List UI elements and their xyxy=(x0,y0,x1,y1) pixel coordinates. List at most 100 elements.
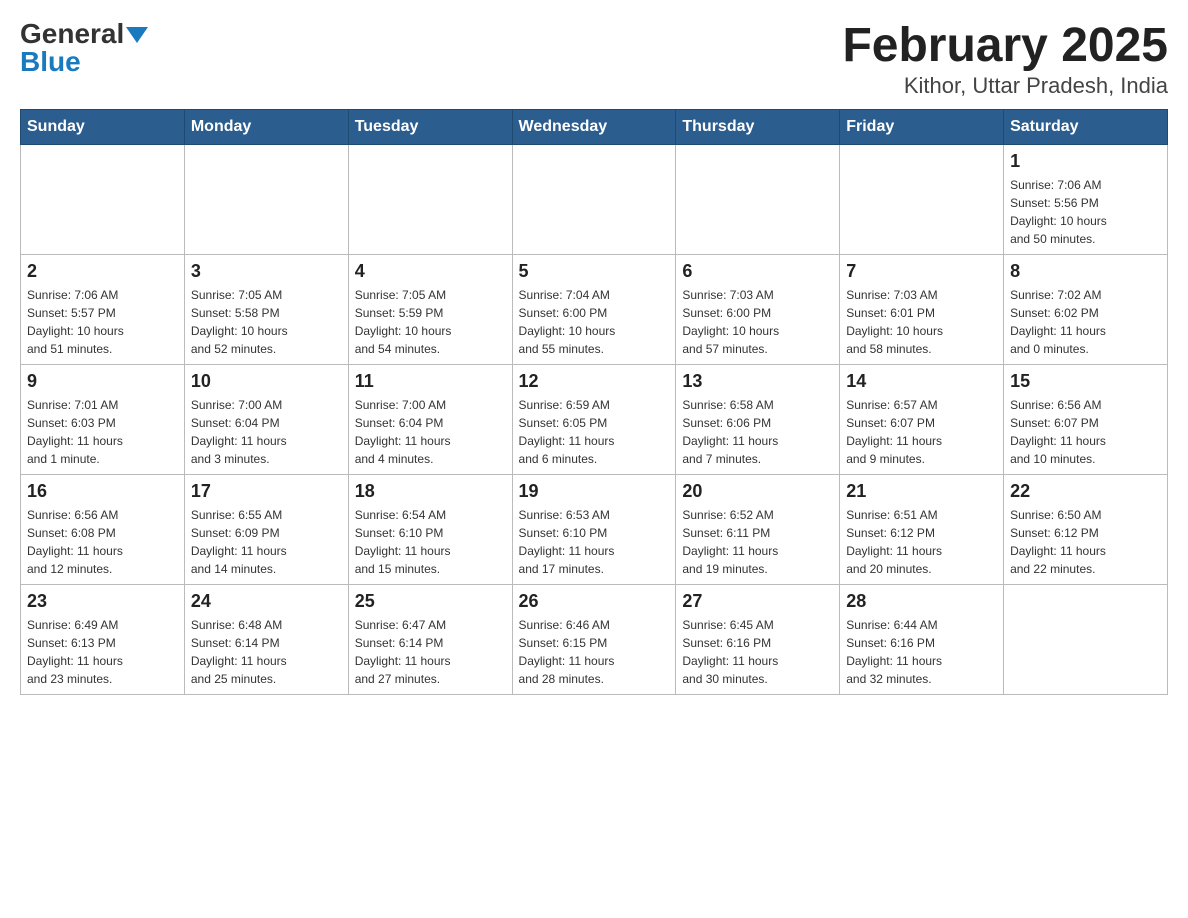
day-number: 28 xyxy=(846,591,997,612)
calendar-cell: 14 Sunrise: 6:57 AM Sunset: 6:07 PM Dayli… xyxy=(840,364,1004,474)
day-info: Sunrise: 6:56 AM Sunset: 6:08 PM Dayligh… xyxy=(27,506,178,578)
calendar-cell: 7 Sunrise: 7:03 AM Sunset: 6:01 PM Daylig… xyxy=(840,254,1004,364)
calendar-cell: 9Sunrise: 7:01 AM Sunset: 6:03 PM Daylig… xyxy=(21,364,185,474)
day-number: 8 xyxy=(1010,261,1161,282)
title-block: February 2025 Kithor, Uttar Pradesh, Ind… xyxy=(842,20,1168,99)
day-number: 23 xyxy=(27,591,178,612)
calendar-cell: 8 Sunrise: 7:02 AM Sunset: 6:02 PM Daylig… xyxy=(1004,254,1168,364)
day-number: 11 xyxy=(355,371,506,392)
day-number: 26 xyxy=(519,591,670,612)
week-row-3: 9Sunrise: 7:01 AM Sunset: 6:03 PM Daylig… xyxy=(21,364,1168,474)
day-number: 7 xyxy=(846,261,997,282)
day-info: Sunrise: 6:59 AM Sunset: 6:05 PM Dayligh… xyxy=(519,396,670,468)
calendar-cell: 15 Sunrise: 6:56 AM Sunset: 6:07 PM Dayli… xyxy=(1004,364,1168,474)
calendar-cell xyxy=(1004,584,1168,694)
day-header-saturday: Saturday xyxy=(1004,109,1168,144)
day-number: 12 xyxy=(519,371,670,392)
calendar-cell: 18Sunrise: 6:54 AM Sunset: 6:10 PM Dayli… xyxy=(348,474,512,584)
day-header-sunday: Sunday xyxy=(21,109,185,144)
day-header-monday: Monday xyxy=(184,109,348,144)
calendar-cell xyxy=(512,144,676,254)
day-info: Sunrise: 7:02 AM Sunset: 6:02 PM Dayligh… xyxy=(1010,286,1161,358)
calendar-cell xyxy=(21,144,185,254)
calendar-cell: 11 Sunrise: 7:00 AM Sunset: 6:04 PM Dayli… xyxy=(348,364,512,474)
day-info: Sunrise: 6:47 AM Sunset: 6:14 PM Dayligh… xyxy=(355,616,506,688)
day-number: 21 xyxy=(846,481,997,502)
day-info: Sunrise: 6:48 AM Sunset: 6:14 PM Dayligh… xyxy=(191,616,342,688)
calendar-subtitle: Kithor, Uttar Pradesh, India xyxy=(842,73,1168,99)
calendar-cell: 3Sunrise: 7:05 AM Sunset: 5:58 PM Daylig… xyxy=(184,254,348,364)
calendar-cell: 24Sunrise: 6:48 AM Sunset: 6:14 PM Dayli… xyxy=(184,584,348,694)
day-number: 22 xyxy=(1010,481,1161,502)
day-number: 5 xyxy=(519,261,670,282)
day-info: Sunrise: 6:53 AM Sunset: 6:10 PM Dayligh… xyxy=(519,506,670,578)
day-info: Sunrise: 6:45 AM Sunset: 6:16 PM Dayligh… xyxy=(682,616,833,688)
calendar-cell: 17 Sunrise: 6:55 AM Sunset: 6:09 PM Dayli… xyxy=(184,474,348,584)
day-number: 1 xyxy=(1010,151,1161,172)
day-info: Sunrise: 6:50 AM Sunset: 6:12 PM Dayligh… xyxy=(1010,506,1161,578)
day-info: Sunrise: 7:03 AM Sunset: 6:00 PM Dayligh… xyxy=(682,286,833,358)
calendar-cell: 22 Sunrise: 6:50 AM Sunset: 6:12 PM Dayli… xyxy=(1004,474,1168,584)
calendar-cell: 4 Sunrise: 7:05 AM Sunset: 5:59 PM Daylig… xyxy=(348,254,512,364)
day-info: Sunrise: 6:58 AM Sunset: 6:06 PM Dayligh… xyxy=(682,396,833,468)
day-number: 14 xyxy=(846,371,997,392)
calendar-cell: 16 Sunrise: 6:56 AM Sunset: 6:08 PM Dayli… xyxy=(21,474,185,584)
day-number: 15 xyxy=(1010,371,1161,392)
day-number: 9 xyxy=(27,371,178,392)
logo-triangle-icon xyxy=(126,27,148,43)
day-number: 25 xyxy=(355,591,506,612)
day-info: Sunrise: 6:49 AM Sunset: 6:13 PM Dayligh… xyxy=(27,616,178,688)
calendar-header-row: SundayMondayTuesdayWednesdayThursdayFrid… xyxy=(21,109,1168,144)
day-number: 16 xyxy=(27,481,178,502)
calendar-cell: 20 Sunrise: 6:52 AM Sunset: 6:11 PM Dayli… xyxy=(676,474,840,584)
calendar-cell: 23 Sunrise: 6:49 AM Sunset: 6:13 PM Dayli… xyxy=(21,584,185,694)
calendar-cell: 5 Sunrise: 7:04 AM Sunset: 6:00 PM Daylig… xyxy=(512,254,676,364)
calendar-title: February 2025 xyxy=(842,20,1168,73)
day-info: Sunrise: 6:52 AM Sunset: 6:11 PM Dayligh… xyxy=(682,506,833,578)
calendar-cell: 28 Sunrise: 6:44 AM Sunset: 6:16 PM Dayli… xyxy=(840,584,1004,694)
calendar-cell: 13 Sunrise: 6:58 AM Sunset: 6:06 PM Dayli… xyxy=(676,364,840,474)
day-info: Sunrise: 7:00 AM Sunset: 6:04 PM Dayligh… xyxy=(191,396,342,468)
day-info: Sunrise: 6:44 AM Sunset: 6:16 PM Dayligh… xyxy=(846,616,997,688)
calendar-cell xyxy=(348,144,512,254)
day-number: 18 xyxy=(355,481,506,502)
week-row-1: 1 Sunrise: 7:06 AM Sunset: 5:56 PM Daylig… xyxy=(21,144,1168,254)
calendar-cell: 25 Sunrise: 6:47 AM Sunset: 6:14 PM Dayli… xyxy=(348,584,512,694)
calendar-cell xyxy=(840,144,1004,254)
day-header-wednesday: Wednesday xyxy=(512,109,676,144)
week-row-4: 16 Sunrise: 6:56 AM Sunset: 6:08 PM Dayli… xyxy=(21,474,1168,584)
day-header-friday: Friday xyxy=(840,109,1004,144)
day-number: 6 xyxy=(682,261,833,282)
day-number: 19 xyxy=(519,481,670,502)
day-info: Sunrise: 6:51 AM Sunset: 6:12 PM Dayligh… xyxy=(846,506,997,578)
day-number: 4 xyxy=(355,261,506,282)
day-header-tuesday: Tuesday xyxy=(348,109,512,144)
day-number: 3 xyxy=(191,261,342,282)
day-info: Sunrise: 6:55 AM Sunset: 6:09 PM Dayligh… xyxy=(191,506,342,578)
calendar-cell: 1 Sunrise: 7:06 AM Sunset: 5:56 PM Daylig… xyxy=(1004,144,1168,254)
day-number: 20 xyxy=(682,481,833,502)
day-info: Sunrise: 7:04 AM Sunset: 6:00 PM Dayligh… xyxy=(519,286,670,358)
day-number: 10 xyxy=(191,371,342,392)
logo-blue: Blue xyxy=(20,48,81,76)
day-number: 13 xyxy=(682,371,833,392)
week-row-2: 2Sunrise: 7:06 AM Sunset: 5:57 PM Daylig… xyxy=(21,254,1168,364)
day-info: Sunrise: 7:05 AM Sunset: 5:59 PM Dayligh… xyxy=(355,286,506,358)
day-number: 17 xyxy=(191,481,342,502)
day-info: Sunrise: 6:56 AM Sunset: 6:07 PM Dayligh… xyxy=(1010,396,1161,468)
calendar-cell: 27 Sunrise: 6:45 AM Sunset: 6:16 PM Dayli… xyxy=(676,584,840,694)
calendar-cell: 26Sunrise: 6:46 AM Sunset: 6:15 PM Dayli… xyxy=(512,584,676,694)
day-number: 27 xyxy=(682,591,833,612)
calendar-table: SundayMondayTuesdayWednesdayThursdayFrid… xyxy=(20,109,1168,695)
week-row-5: 23 Sunrise: 6:49 AM Sunset: 6:13 PM Dayli… xyxy=(21,584,1168,694)
calendar-cell xyxy=(184,144,348,254)
day-info: Sunrise: 6:57 AM Sunset: 6:07 PM Dayligh… xyxy=(846,396,997,468)
logo: General Blue xyxy=(20,20,148,76)
day-info: Sunrise: 7:06 AM Sunset: 5:56 PM Dayligh… xyxy=(1010,176,1161,248)
day-info: Sunrise: 7:00 AM Sunset: 6:04 PM Dayligh… xyxy=(355,396,506,468)
calendar-cell xyxy=(676,144,840,254)
day-info: Sunrise: 7:06 AM Sunset: 5:57 PM Dayligh… xyxy=(27,286,178,358)
calendar-cell: 2Sunrise: 7:06 AM Sunset: 5:57 PM Daylig… xyxy=(21,254,185,364)
calendar-cell: 12 Sunrise: 6:59 AM Sunset: 6:05 PM Dayli… xyxy=(512,364,676,474)
day-info: Sunrise: 7:03 AM Sunset: 6:01 PM Dayligh… xyxy=(846,286,997,358)
